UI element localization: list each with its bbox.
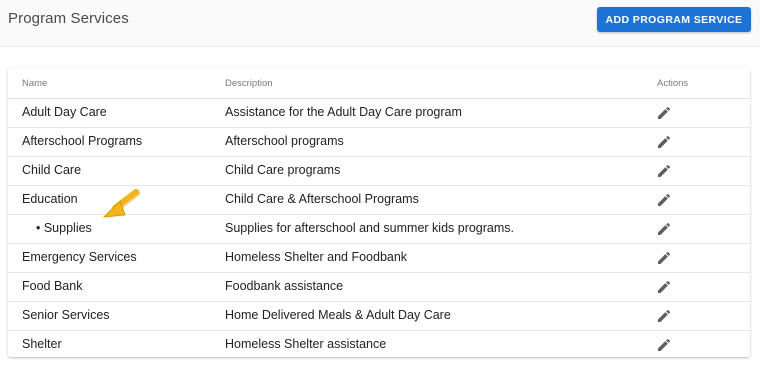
add-program-service-button[interactable]: ADD PROGRAM SERVICE	[597, 7, 751, 32]
row-description: Homeless Shelter assistance	[225, 337, 387, 351]
pencil-icon[interactable]	[656, 134, 672, 150]
column-header-name[interactable]: Name	[22, 78, 47, 89]
pencil-icon[interactable]	[656, 337, 672, 353]
pencil-icon[interactable]	[656, 250, 672, 266]
table-row: Afterschool Programs Afterschool programs	[8, 128, 750, 157]
pencil-icon[interactable]	[656, 163, 672, 179]
pencil-icon[interactable]	[656, 221, 672, 237]
row-name: • Supplies	[36, 221, 92, 235]
row-description: Child Care & Afterschool Programs	[225, 192, 419, 206]
pencil-icon[interactable]	[656, 105, 672, 121]
row-description: Foodbank assistance	[225, 279, 344, 293]
row-description: Afterschool programs	[225, 134, 344, 148]
table-row: Shelter Homeless Shelter assistance	[8, 331, 750, 359]
pencil-icon[interactable]	[656, 279, 672, 295]
table-row: Emergency Services Homeless Shelter and F…	[8, 244, 750, 273]
row-description: Supplies for afterschool and summer kids…	[225, 221, 515, 235]
table-row: Senior Services Home Delivered Meals & Ad…	[8, 302, 750, 331]
arrow-pointer-icon	[102, 189, 141, 218]
row-name: Adult Day Care	[22, 105, 107, 119]
table-row: Adult Day Care Assistance for the Adult D…	[8, 99, 750, 128]
pencil-icon[interactable]	[656, 192, 672, 208]
pencil-icon[interactable]	[656, 308, 672, 324]
row-name: Food Bank	[22, 279, 83, 293]
column-header-actions: Actions	[657, 78, 689, 89]
row-name: Senior Services	[22, 308, 110, 322]
row-description: Home Delivered Meals & Adult Day Care	[225, 308, 451, 322]
row-description: Homeless Shelter and Foodbank	[225, 250, 408, 264]
row-description: Child Care programs	[225, 163, 341, 177]
table-row: Child Care Child Care programs	[8, 157, 750, 186]
row-name: Education	[22, 192, 78, 206]
row-name: Shelter	[22, 337, 62, 351]
row-name: Emergency Services	[22, 250, 137, 264]
page-title: Program Services	[8, 10, 129, 27]
column-header-description[interactable]: Description	[225, 78, 273, 89]
row-description: Assistance for the Adult Day Care progra…	[225, 105, 462, 119]
row-name: Afterschool Programs	[22, 134, 143, 148]
table-header: Name Description Actions	[8, 68, 750, 99]
row-name: Child Care	[22, 163, 82, 177]
page-header: Program Services ADD PROGRAM SERVICE	[0, 0, 760, 47]
table-row: Food Bank Foodbank assistance	[8, 273, 750, 302]
